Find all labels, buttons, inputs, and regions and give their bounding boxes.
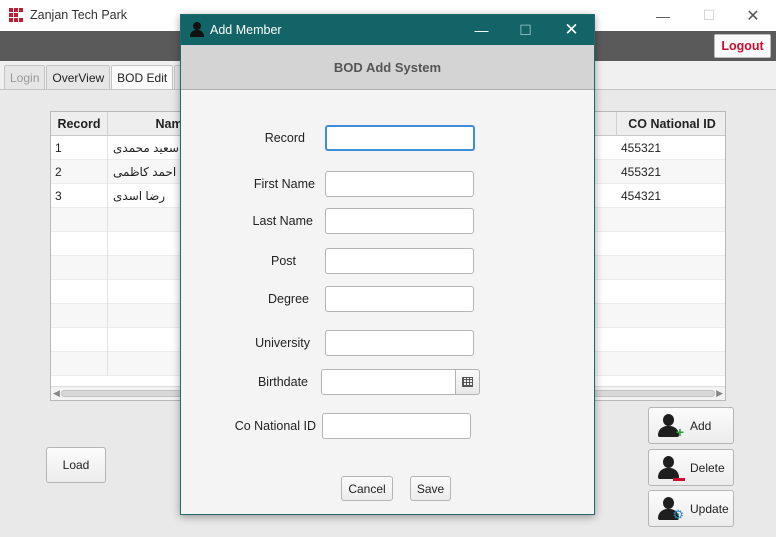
scroll-left-icon[interactable]: ◀	[53, 388, 60, 399]
load-button[interactable]: Load	[46, 447, 106, 483]
post-input[interactable]	[325, 248, 474, 274]
app-title: Zanjan Tech Park	[30, 8, 128, 22]
tab-login[interactable]: Login	[4, 65, 46, 89]
save-button[interactable]: Save	[410, 476, 451, 501]
add-button-label: Add	[690, 418, 712, 433]
column-header-record[interactable]: Record	[51, 112, 108, 136]
record-cell: 1	[51, 136, 108, 160]
minimize-button[interactable]: —	[640, 0, 686, 31]
degree-label: Degree	[268, 292, 309, 306]
degree-input[interactable]	[325, 286, 474, 312]
update-button-label: Update	[690, 501, 729, 516]
record-label: Record	[264, 131, 305, 145]
add-member-dialog: Add Member — ☐ ✕ BOD Add System Record F…	[180, 14, 595, 515]
birthdate-label: Birthdate	[257, 375, 308, 389]
user-settings-icon: ⚙	[656, 496, 684, 522]
record-cell: 2	[51, 160, 108, 184]
first-name-input[interactable]	[325, 171, 474, 197]
update-button[interactable]: ⚙ Update	[648, 490, 734, 527]
delete-button-label: Delete	[690, 460, 725, 475]
maximize-button[interactable]: ☐	[686, 0, 732, 31]
add-button[interactable]: + Add	[648, 407, 734, 444]
column-header-co-national-id[interactable]: CO National ID	[617, 112, 725, 136]
dialog-header: BOD Add System	[181, 45, 594, 90]
dialog-header-title: BOD Add System	[333, 59, 442, 75]
post-label: Post	[270, 254, 296, 268]
close-button[interactable]: ✕	[730, 0, 776, 31]
logout-button[interactable]: Logout	[714, 34, 771, 58]
co-national-id-label: Co National ID	[234, 419, 316, 433]
co-national-id-cell: 454321	[621, 189, 662, 203]
dialog-maximize-button[interactable]: ☐	[503, 15, 548, 45]
university-label: University	[255, 336, 310, 350]
tab-bar: Login OverView BOD Edit S	[4, 65, 195, 89]
user-add-icon: +	[656, 413, 684, 440]
tab-bod-edit[interactable]: BOD Edit	[111, 65, 174, 89]
dialog-title: Add Member	[210, 23, 282, 37]
record-input[interactable]	[325, 125, 475, 151]
co-national-id-cell: 455321	[621, 141, 662, 155]
dialog-titlebar: Add Member — ☐ ✕	[181, 15, 594, 45]
birthdate-picker-button[interactable]	[455, 369, 480, 395]
scroll-right-icon[interactable]: ▶	[716, 388, 723, 399]
co-national-id-input[interactable]	[322, 413, 471, 439]
university-input[interactable]	[325, 330, 474, 356]
record-cell: 3	[51, 184, 108, 208]
last-name-label: Last Name	[252, 214, 313, 228]
zanjan-logo-icon	[9, 8, 24, 23]
birthdate-input[interactable]	[321, 369, 457, 395]
tab-overview[interactable]: OverView	[46, 65, 111, 89]
dialog-close-button[interactable]: ✕	[549, 15, 594, 45]
cancel-button[interactable]: Cancel	[341, 476, 393, 501]
dialog-minimize-button[interactable]: —	[459, 15, 504, 45]
user-delete-icon	[656, 455, 685, 481]
last-name-input[interactable]	[325, 208, 474, 234]
delete-button[interactable]: Delete	[648, 449, 734, 486]
calendar-icon	[462, 377, 473, 387]
user-icon	[189, 22, 205, 38]
co-national-id-cell: 455321	[621, 165, 662, 179]
first-name-label: First Name	[253, 177, 315, 191]
